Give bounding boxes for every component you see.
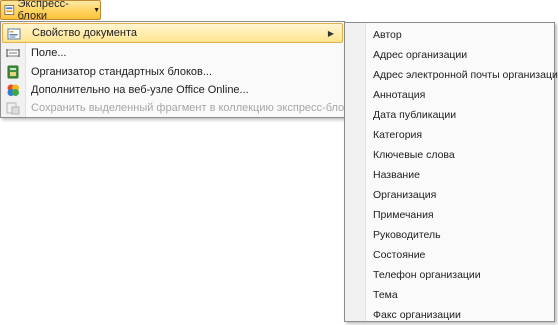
- menu-item-label: Свойство документа: [32, 27, 137, 39]
- quick-parts-menu: Свойство документа ▶ Поле... Организатор…: [0, 21, 370, 118]
- field-icon: [6, 49, 20, 57]
- document-property-icon: [7, 28, 21, 40]
- menu-item-save-selection[interactable]: Сохранить выделенный фрагмент в коллекци…: [2, 98, 370, 118]
- document-property-submenu: Автор Адрес организации Адрес электронно…: [344, 22, 558, 322]
- submenu-item-company-address[interactable]: Адрес организации: [373, 49, 467, 61]
- chevron-down-icon: ▼: [93, 6, 100, 14]
- submenu-item-company-phone[interactable]: Телефон организации: [373, 269, 481, 281]
- quick-parts-label: Экспресс-блоки: [17, 0, 69, 22]
- submenu-item-company-fax[interactable]: Факс организации: [373, 309, 461, 321]
- submenu-item-keywords[interactable]: Ключевые слова: [373, 149, 455, 161]
- menu-item-label: Организатор стандартных блоков...: [31, 66, 213, 78]
- submenu-item-status[interactable]: Состояние: [373, 249, 425, 261]
- menu-item-label: Дополнительно на веб-узле Office Online.…: [31, 84, 249, 96]
- menu-item-building-blocks-organizer[interactable]: Организатор стандартных блоков...: [2, 62, 343, 82]
- quick-parts-button[interactable]: Экспресс-блоки ▼: [0, 0, 101, 22]
- submenu-item-manager[interactable]: Руководитель: [373, 229, 441, 241]
- submenu-arrow-icon: ▶: [327, 28, 334, 38]
- menu-item-field[interactable]: Поле...: [2, 43, 343, 63]
- menu-item-label: Сохранить выделенный фрагмент в коллекци…: [31, 102, 371, 114]
- quick-parts-icon: [4, 5, 15, 15]
- submenu-item-comments[interactable]: Примечания: [373, 209, 434, 221]
- submenu-gutter: [345, 23, 366, 321]
- menu-item-document-property[interactable]: Свойство документа ▶: [2, 23, 343, 43]
- submenu-item-category[interactable]: Категория: [373, 129, 422, 141]
- menu-item-office-online[interactable]: Дополнительно на веб-узле Office Online.…: [2, 80, 343, 100]
- submenu-item-company-email[interactable]: Адрес электронной почты организации: [373, 69, 558, 81]
- office-online-icon: [7, 84, 19, 96]
- submenu-item-title[interactable]: Название: [373, 169, 420, 181]
- menu-item-label: Поле...: [31, 47, 67, 59]
- submenu-item-author[interactable]: Автор: [373, 29, 402, 41]
- submenu-item-subject[interactable]: Тема: [373, 289, 398, 301]
- submenu-item-publish-date[interactable]: Дата публикации: [373, 109, 456, 121]
- submenu-item-abstract[interactable]: Аннотация: [373, 89, 425, 101]
- building-blocks-organizer-icon: [7, 65, 19, 79]
- save-selection-icon: [6, 102, 20, 115]
- submenu-item-company[interactable]: Организация: [373, 189, 436, 201]
